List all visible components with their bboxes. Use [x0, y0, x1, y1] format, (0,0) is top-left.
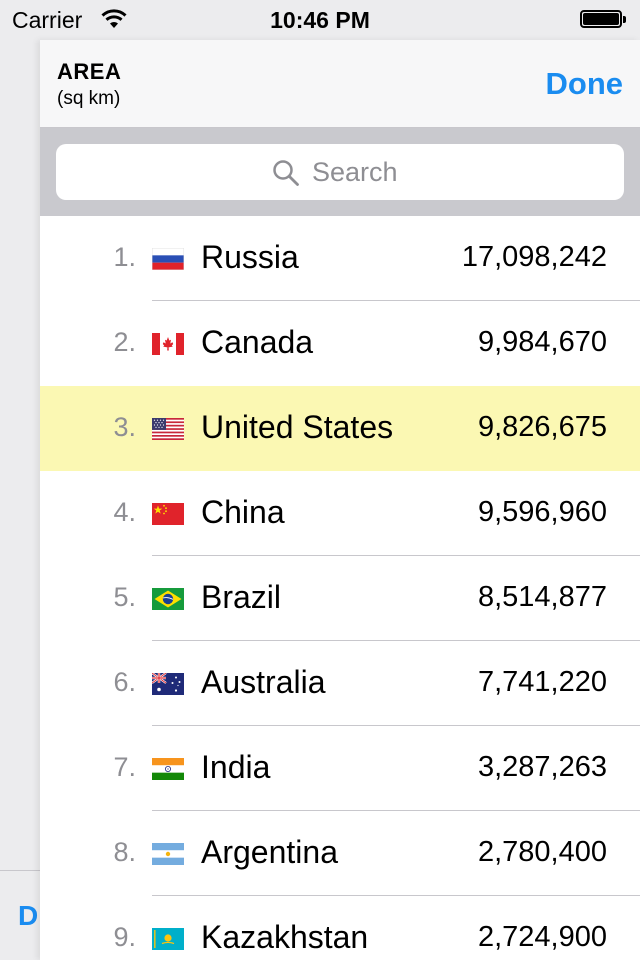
argentina-flag-icon: [152, 843, 184, 865]
area-value: 3,287,263: [477, 751, 607, 783]
country-name: Canada: [201, 324, 314, 360]
country-name: India: [201, 749, 271, 785]
status-time: 10:46 PM: [270, 7, 370, 33]
rank-label: 7.: [113, 752, 136, 782]
country-row[interactable]: 8. Argentina 2,780,400: [40, 811, 640, 896]
kazakhstan-flag-icon: [152, 928, 184, 950]
rank-label: 3.: [113, 412, 136, 442]
area-value: 17,098,242: [461, 241, 607, 273]
search-icon: [273, 160, 299, 186]
country-name: Australia: [201, 664, 326, 700]
page-subtitle: (sq km): [57, 88, 121, 109]
search-bar: [40, 128, 640, 216]
navigation-bar: AREA (sq km) Done: [40, 40, 640, 128]
country-row[interactable]: 7. India 3,287,263: [40, 726, 640, 811]
country-name: Kazakhstan: [201, 919, 369, 955]
rank-label: 2.: [113, 327, 136, 357]
area-value: 2,724,900: [477, 921, 607, 953]
usa-flag-icon: [152, 418, 184, 440]
australia-flag-icon: [152, 673, 184, 695]
china-flag-icon: [152, 503, 184, 525]
country-row[interactable]: 3. United States 9,826,675: [40, 386, 640, 471]
rank-label: 5.: [113, 582, 136, 612]
search-input[interactable]: [312, 154, 592, 190]
area-value: 9,826,675: [477, 411, 607, 443]
area-value: 9,596,960: [477, 496, 607, 528]
russia-flag-icon: [152, 248, 184, 270]
country-name: United States: [201, 409, 394, 445]
rank-label: 6.: [113, 667, 136, 697]
background-divider: [0, 870, 40, 871]
background-button-partial[interactable]: D: [18, 900, 38, 932]
done-button[interactable]: Done: [546, 66, 624, 102]
country-name: Brazil: [201, 579, 282, 615]
country-name: Russia: [201, 239, 299, 275]
country-row[interactable]: 4. China 9,596,960: [40, 471, 640, 556]
area-value: 7,741,220: [477, 666, 607, 698]
area-value: 9,984,670: [477, 326, 607, 358]
country-name: China: [201, 494, 285, 530]
country-row[interactable]: 5. Brazil 8,514,877: [40, 556, 640, 641]
country-row[interactable]: 2. Canada 9,984,670: [40, 301, 640, 386]
rank-label: 4.: [113, 497, 136, 527]
india-flag-icon: [152, 758, 184, 780]
country-row[interactable]: 9. Kazakhstan 2,724,900: [40, 896, 640, 960]
rank-label: 8.: [113, 837, 136, 867]
rank-label: 1.: [113, 242, 136, 272]
ranking-sheet: AREA (sq km) Done 1. Russia 17,098,242 2. Ca…: [40, 40, 640, 960]
country-list: 1. Russia 17,098,242 2. Canada 9,984,670 3. Uni…: [40, 216, 640, 960]
country-row[interactable]: 1. Russia 17,098,242: [40, 216, 640, 301]
battery-icon: [580, 10, 628, 30]
rank-label: 9.: [113, 922, 136, 952]
search-field[interactable]: [56, 144, 624, 200]
area-value: 2,780,400: [477, 836, 607, 868]
page-title: AREA: [57, 59, 122, 84]
country-name: Argentina: [201, 834, 338, 870]
country-row[interactable]: 6. Australia 7,741,220: [40, 641, 640, 726]
area-value: 8,514,877: [477, 581, 607, 613]
brazil-flag-icon: [152, 588, 184, 610]
background-page: [0, 40, 40, 960]
status-bar: Carrier 10:46 PM: [0, 0, 640, 40]
canada-flag-icon: [152, 333, 184, 355]
